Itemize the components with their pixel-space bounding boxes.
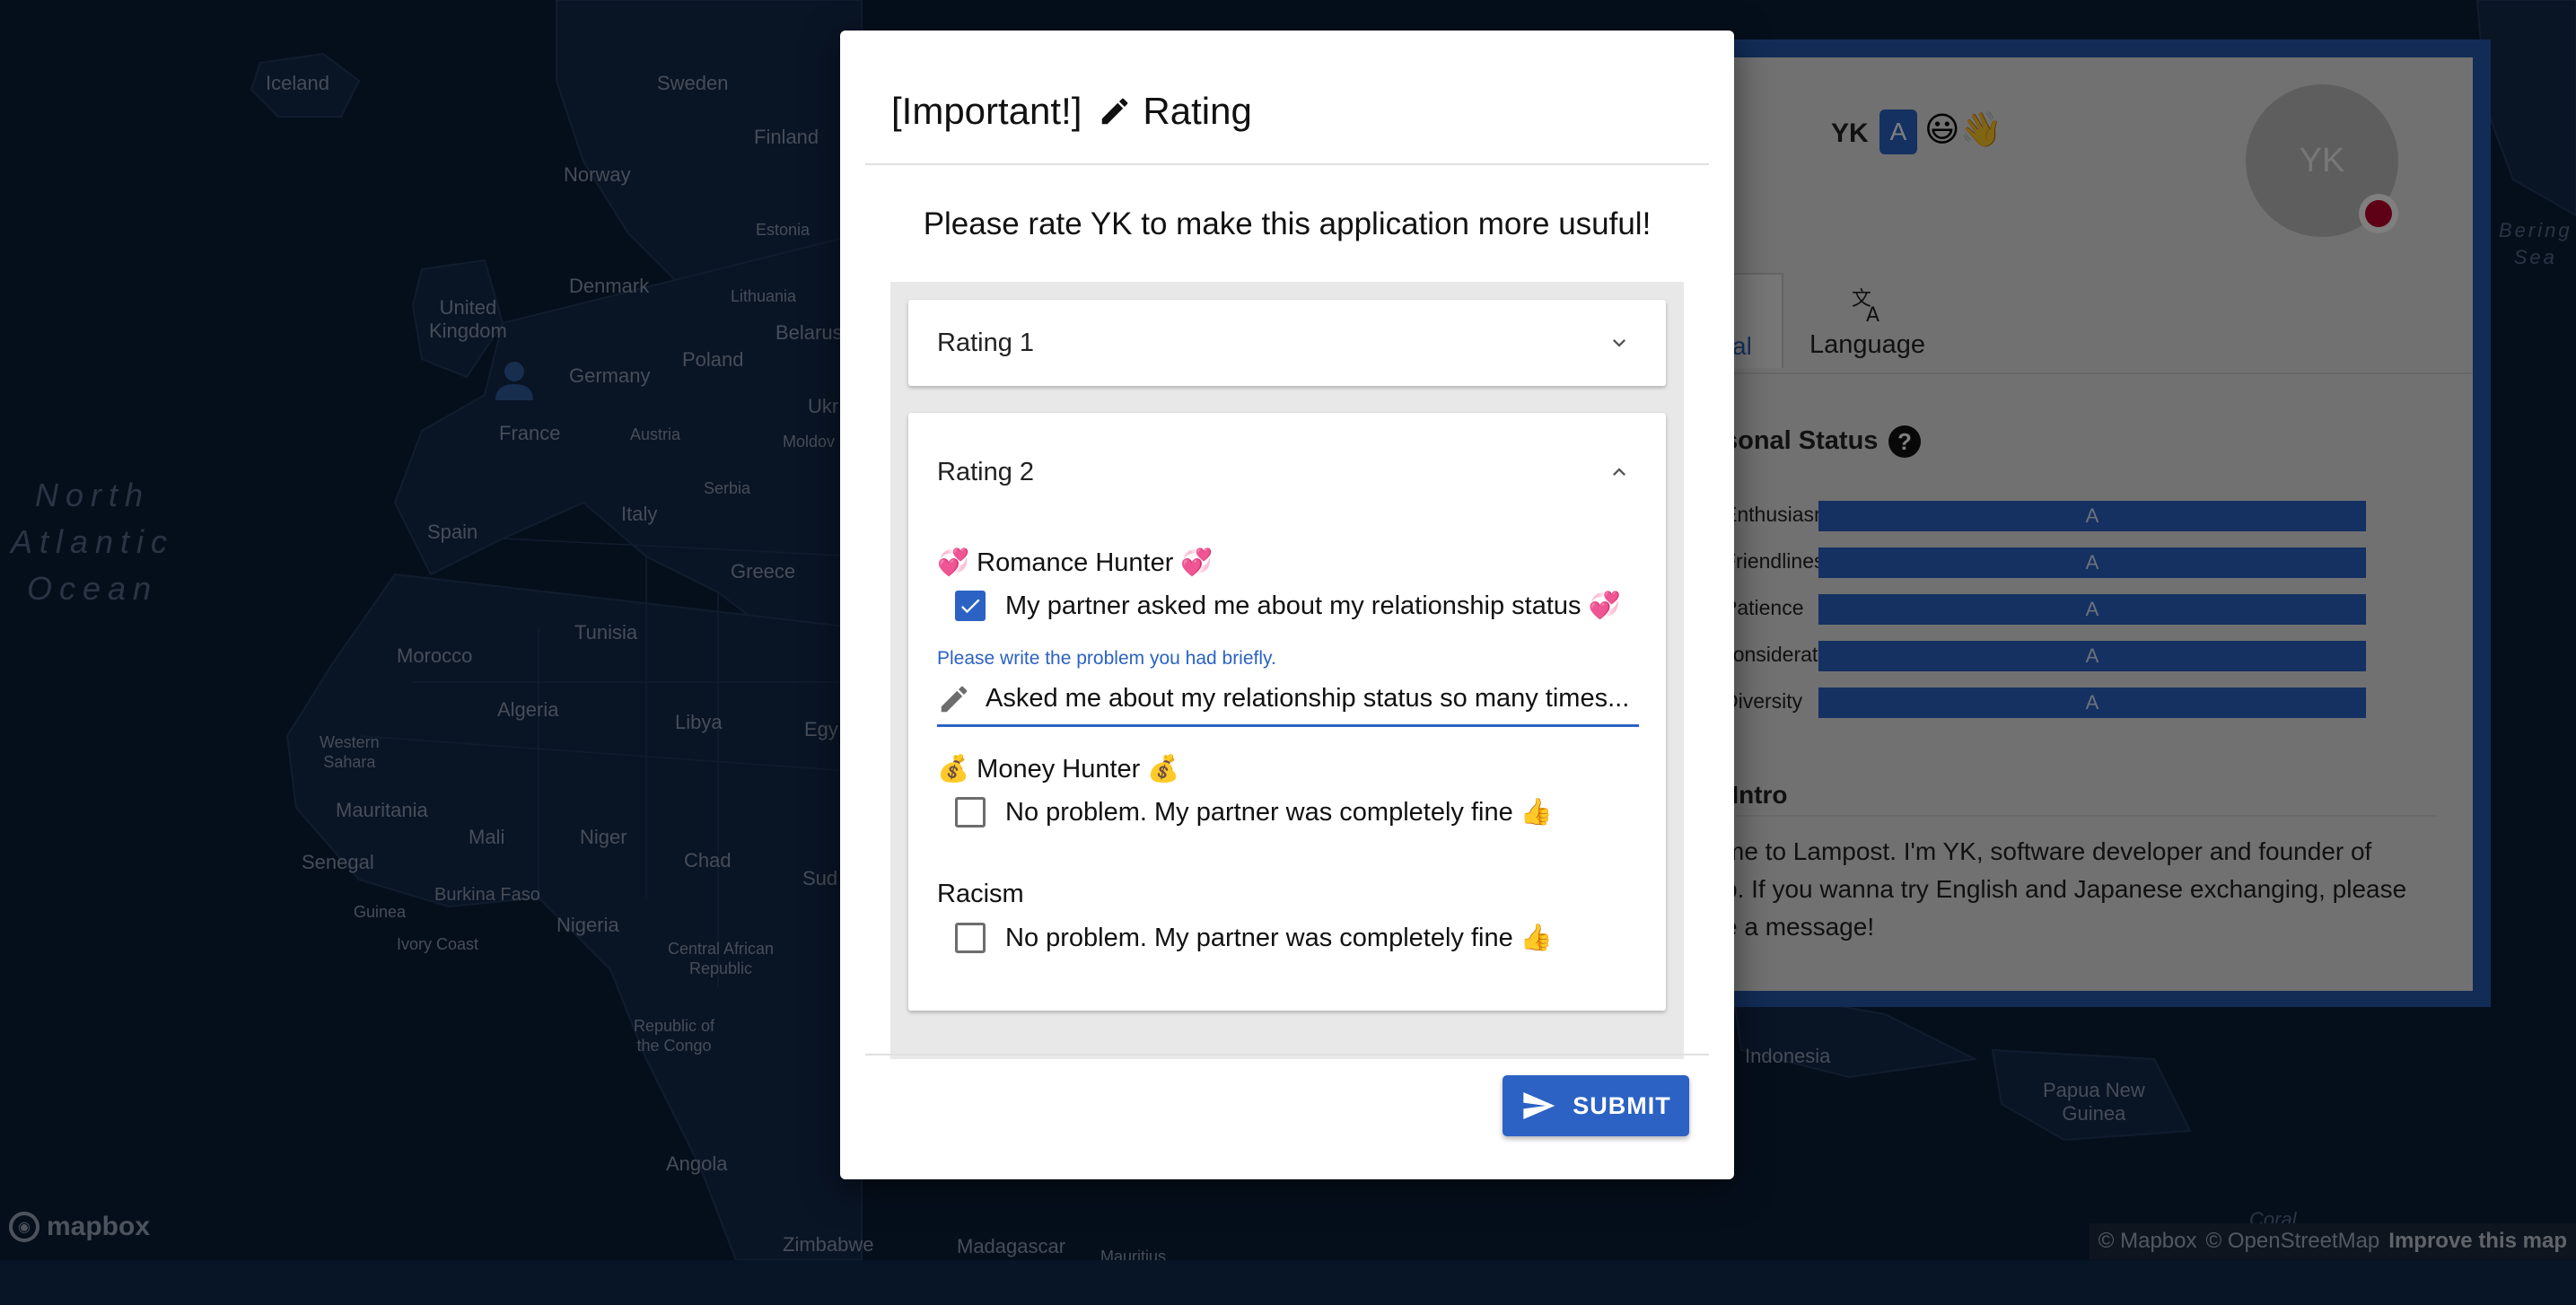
submit-button-label: SUBMIT — [1573, 1091, 1671, 1119]
racism-option[interactable]: No problem. My partner was completely fi… — [955, 923, 1553, 953]
section-romance-hunter-title: 💞 Romance Hunter 💞 — [937, 548, 1214, 577]
pencil-icon — [941, 686, 968, 712]
send-icon — [1523, 1092, 1555, 1119]
bottom-strip — [0, 1260, 2576, 1305]
romance-hunter-option[interactable]: My partner asked me about my relationshi… — [955, 591, 1621, 621]
money-hunter-checkbox[interactable] — [955, 797, 986, 828]
section-money-hunter-title: 💰 Money Hunter 💰 — [937, 755, 1180, 784]
dialog-title-text: Rating — [1143, 90, 1252, 132]
chevron-down-icon[interactable] — [1607, 330, 1632, 355]
accordion-rating-1[interactable]: Rating 1 — [908, 300, 1666, 386]
accordion-rating-2: Rating 2 💞 Romance Hunter 💞 My partner a… — [908, 413, 1666, 1011]
dialog-title: [Important!] Rating — [891, 90, 1252, 133]
romance-hunter-option-label: My partner asked me about my relationshi… — [1005, 591, 1621, 620]
dialog-title-prefix: [Important!] — [891, 90, 1082, 132]
checkmark-icon — [960, 599, 980, 614]
problem-helper-text: Please write the problem you had briefly… — [937, 648, 1276, 669]
accordion-rating-1-label: Rating 1 — [937, 328, 1035, 357]
section-racism-title: Racism — [937, 880, 1024, 908]
dialog-divider — [865, 163, 1709, 165]
pencil-icon — [1102, 98, 1128, 125]
romance-hunter-checkbox[interactable] — [955, 591, 986, 621]
racism-option-label: No problem. My partner was completely fi… — [1005, 924, 1553, 952]
dialog-actions-divider — [865, 1054, 1709, 1055]
money-hunter-option-label: No problem. My partner was completely fi… — [1005, 798, 1553, 827]
submit-button[interactable]: SUBMIT — [1503, 1075, 1689, 1136]
rating-accordion-group: Rating 1 Rating 2 💞 Romance Hunter 💞 My … — [890, 282, 1684, 1059]
chevron-up-icon[interactable] — [1607, 460, 1632, 485]
dialog-subtitle: Please rate YK to make this application … — [923, 206, 1652, 241]
problem-input[interactable] — [986, 684, 1632, 714]
rating-dialog: [Important!] Rating Please rate YK to ma… — [840, 31, 1734, 1179]
accordion-rating-2-label[interactable]: Rating 2 — [937, 458, 1034, 487]
racism-checkbox[interactable] — [955, 923, 986, 953]
money-hunter-option[interactable]: No problem. My partner was completely fi… — [955, 797, 1553, 828]
problem-field[interactable] — [937, 673, 1639, 727]
